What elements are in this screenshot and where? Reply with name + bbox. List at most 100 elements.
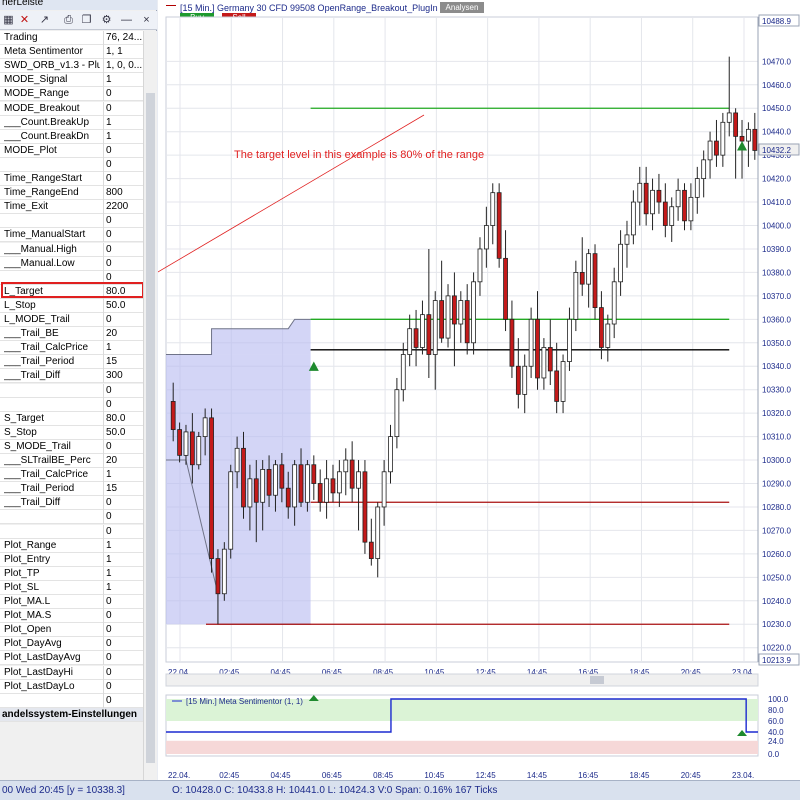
property-row[interactable]: ___Trail_Period 15 [0,355,143,370]
print-icon[interactable]: ⎙ [62,14,75,27]
property-row[interactable]: 0 [0,524,143,539]
property-value[interactable]: 0 [106,145,143,156]
price-chart[interactable]: 10470.0 10460.0 10450.0 10440.0 10430.0 10420… [158,0,800,780]
property-row[interactable]: 0 [0,383,143,398]
settings-icon[interactable]: ⚙ [100,14,113,27]
property-value[interactable]: 50.0 [106,300,143,311]
property-value[interactable]: 80.0 [106,286,143,297]
property-value[interactable]: 0 [106,526,143,537]
grid-icon[interactable]: ▦ [2,14,15,27]
property-value[interactable]: 0 [106,385,143,396]
property-value[interactable]: 0 [106,159,143,170]
property-row[interactable]: Plot_SL 1 [0,580,143,595]
property-value[interactable]: 0 [106,399,143,410]
property-value[interactable]: 0 [106,229,143,240]
property-value[interactable]: 1 [106,117,143,128]
property-row[interactable]: Plot_LastDayHi 0 [0,665,143,680]
property-value[interactable]: 76, 24... [106,32,143,43]
property-value[interactable]: 1 [106,131,143,142]
sell-button[interactable]: Sell [222,13,256,23]
property-row[interactable]: S_Stop 50.0 [0,425,143,440]
property-value[interactable]: 300 [106,370,143,381]
property-row[interactable]: Time_RangeStart 0 [0,172,143,186]
property-row[interactable]: MODE_Plot 0 [0,143,143,158]
property-row[interactable]: S_Target 80.0 [0,411,143,426]
property-value[interactable]: 1, 0, 0... [106,60,143,71]
close-icon[interactable]: × [140,14,153,27]
property-value[interactable]: 20 [106,455,143,466]
property-value[interactable]: 0 [106,681,143,692]
property-row[interactable]: ___Count.BreakUp 1 [0,115,143,130]
property-row[interactable]: ___Manual.High 0 [0,242,143,257]
property-row[interactable]: ___SLTrailBE_Perc 20 [0,454,143,468]
property-row[interactable]: 0 [0,214,143,229]
property-value[interactable]: 0 [106,610,143,621]
property-value[interactable]: 800 [106,187,143,198]
property-value[interactable]: 0 [106,244,143,255]
property-row[interactable]: 0 [0,157,143,172]
property-value[interactable]: 0 [106,272,143,283]
property-value[interactable]: 0 [106,667,143,678]
property-value[interactable]: 0 [106,258,143,269]
chart-icon[interactable]: ↗ [38,14,51,27]
property-value[interactable]: 0 [106,173,143,184]
property-value[interactable]: 0 [106,596,143,607]
property-value[interactable]: 1 [106,540,143,551]
property-value[interactable]: 0 [106,103,143,114]
property-row[interactable]: Time_RangeEnd 800 [0,186,143,201]
property-row[interactable]: MODE_Signal 1 [0,73,143,88]
property-row[interactable]: Plot_Range 1 [0,538,143,553]
property-value[interactable]: 0 [106,638,143,649]
property-value[interactable]: 0 [106,88,143,99]
property-value[interactable]: 15 [106,483,143,494]
property-row[interactable]: Plot_DayAvg 0 [0,637,143,652]
property-value[interactable]: 1 [106,74,143,85]
property-row[interactable]: ___Trail_CalcPrice 1 [0,341,143,356]
copy-icon[interactable]: ❐ [80,14,93,27]
property-value[interactable]: 1 [106,582,143,593]
property-row[interactable]: ___Trail_BE 20 [0,327,143,342]
buy-button[interactable]: Buy [180,13,214,23]
property-row[interactable]: ___Trail_CalcPrice 1 [0,468,143,483]
property-value[interactable]: 80.0 [106,413,143,424]
property-row[interactable]: ___Trail_Diff 0 [0,496,143,511]
section-header[interactable]: andelssystem-Einstellungen [0,707,143,722]
property-value[interactable]: 1 [106,469,143,480]
property-row[interactable]: Trading 76, 24... [0,31,143,45]
property-row[interactable]: Plot_LastDayAvg 0 [0,651,143,666]
property-row[interactable]: Time_Exit 2200 [0,200,143,215]
property-value[interactable]: 0 [106,314,143,325]
property-value[interactable]: 0 [106,695,143,706]
property-row[interactable]: 0 [0,510,143,525]
property-value[interactable]: 0 [106,652,143,663]
delete-icon[interactable]: ✕ [18,14,31,27]
property-row[interactable]: 0 [0,270,143,285]
property-row[interactable]: Plot_Entry 1 [0,552,143,567]
property-row[interactable]: Time_ManualStart 0 [0,228,143,243]
property-row[interactable]: 0 [0,693,143,708]
property-value[interactable]: 2200 [106,201,143,212]
property-value[interactable]: 1 [106,342,143,353]
analysen-button[interactable]: Analysen [440,2,484,13]
panel-scrollbar[interactable] [143,31,157,780]
property-row[interactable]: Plot_Open 0 [0,623,143,638]
property-row[interactable]: 0 [0,397,143,412]
property-row[interactable]: MODE_Breakout 0 [0,101,143,116]
property-row[interactable]: Meta Sentimentor 1, 1 [0,45,143,60]
property-row[interactable]: L_MODE_Trail 0 [0,313,143,327]
property-row[interactable]: ___Manual.Low 0 [0,256,143,271]
property-row[interactable]: S_MODE_Trail 0 [0,439,143,454]
property-row[interactable]: Plot_TP 1 [0,566,143,581]
property-row[interactable]: Plot_LastDayLo 0 [0,679,143,694]
property-value[interactable]: 1 [106,554,143,565]
property-value[interactable]: 50.0 [106,427,143,438]
property-row[interactable]: L_Stop 50.0 [0,298,143,313]
property-value[interactable]: 0 [106,441,143,452]
property-row[interactable]: ___Count.BreakDn 1 [0,129,143,144]
property-value[interactable]: 0 [106,497,143,508]
property-row[interactable]: MODE_Range 0 [0,87,143,102]
property-value[interactable]: 0 [106,215,143,226]
property-value[interactable]: 0 [106,624,143,635]
property-value[interactable]: 20 [106,328,143,339]
property-row[interactable]: L_Target 80.0 [0,284,143,299]
